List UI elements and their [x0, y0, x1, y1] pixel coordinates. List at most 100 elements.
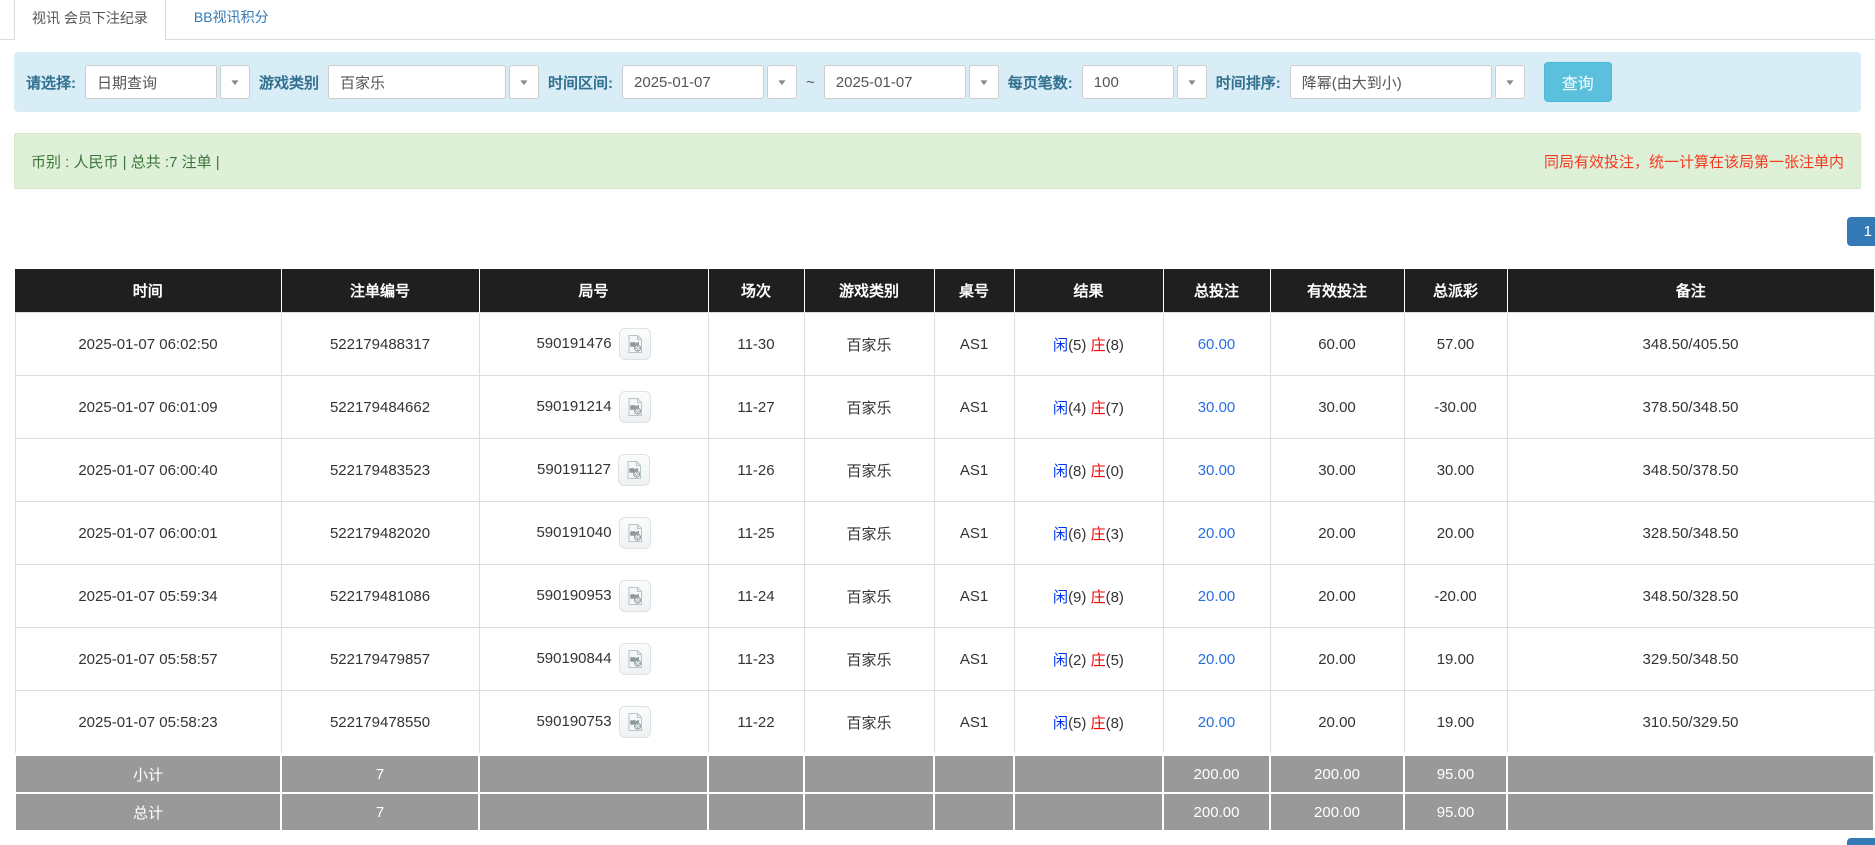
caret-down-icon[interactable]: ▼	[767, 65, 797, 99]
cell-time: 2025-01-07 06:02:50	[15, 313, 281, 376]
total-bet-link[interactable]: 20.00	[1198, 714, 1236, 731]
cell-note: 329.50/348.50	[1507, 628, 1874, 691]
cell-table-number: AS1	[934, 691, 1014, 755]
game-type-select[interactable]: 百家乐 ▼	[328, 65, 539, 99]
bet-row: 2025-01-07 06:00:01522179482020590191040…	[15, 502, 1874, 565]
round-video-button[interactable]	[619, 391, 651, 423]
cell-note: 328.50/348.50	[1507, 502, 1874, 565]
footer-empty	[1507, 755, 1874, 794]
total-bet-link[interactable]: 60.00	[1198, 336, 1236, 353]
cell-game-type: 百家乐	[804, 565, 934, 628]
date-to-select[interactable]: 2025-01-07 ▼	[824, 65, 999, 99]
cell-session: 11-25	[708, 502, 804, 565]
caret-down-icon[interactable]: ▼	[220, 65, 250, 99]
caret-down-icon[interactable]: ▼	[509, 65, 539, 99]
caret-down-icon[interactable]: ▼	[969, 65, 999, 99]
cell-total-bet: 30.00	[1163, 376, 1270, 439]
cell-table-number: AS1	[934, 502, 1014, 565]
footer-total-bet: 200.00	[1163, 755, 1270, 794]
result-player: 闲	[1053, 400, 1068, 417]
total-bet-link[interactable]: 20.00	[1198, 525, 1236, 542]
cell-round-number: 590191127	[479, 439, 708, 502]
filter-bar: 请选择: 日期查询 ▼ 游戏类别 百家乐 ▼ 时间区间: 2025-01-07 …	[14, 52, 1861, 112]
column-header: 场次	[708, 269, 804, 313]
cell-valid-bet: 30.00	[1270, 376, 1404, 439]
cell-payout: -30.00	[1404, 376, 1507, 439]
round-number: 590190844	[536, 650, 611, 667]
result-banker-points: (8)	[1106, 715, 1124, 732]
date-type-select[interactable]: 日期查询 ▼	[85, 65, 250, 99]
cell-round-number: 590191476	[479, 313, 708, 376]
round-video-button[interactable]	[619, 580, 651, 612]
sort-order-select[interactable]: 降幂(由大到小) ▼	[1290, 65, 1525, 99]
footer-empty	[1014, 793, 1163, 831]
cell-game-type: 百家乐	[804, 376, 934, 439]
cell-payout: 20.00	[1404, 502, 1507, 565]
per-page-label: 每页笔数:	[1008, 72, 1073, 93]
total-bet-link[interactable]: 30.00	[1198, 462, 1236, 479]
round-video-button[interactable]	[619, 706, 651, 738]
cell-bet-number: 522179484662	[281, 376, 479, 439]
cell-time: 2025-01-07 06:00:40	[15, 439, 281, 502]
result-banker: 庄	[1091, 400, 1106, 417]
round-video-button[interactable]	[619, 643, 651, 675]
column-header: 游戏类别	[804, 269, 934, 313]
date-from-select[interactable]: 2025-01-07 ▼	[622, 65, 797, 99]
footer-valid-bet: 200.00	[1270, 793, 1404, 831]
total-bet-link[interactable]: 30.00	[1198, 399, 1236, 416]
cell-result: 闲(4) 庄(7)	[1014, 376, 1163, 439]
subtotal-row: 小计7200.00200.0095.00	[15, 755, 1874, 794]
page-size-select[interactable]: 100 ▼	[1082, 65, 1207, 99]
footer-payout: 95.00	[1404, 793, 1507, 831]
cell-time: 2025-01-07 06:00:01	[15, 502, 281, 565]
cell-note: 348.50/328.50	[1507, 565, 1874, 628]
round-number: 590191040	[536, 524, 611, 541]
tab-bb-video-points[interactable]: BB视讯积分	[166, 0, 297, 39]
cell-table-number: AS1	[934, 628, 1014, 691]
footer-empty	[708, 755, 804, 794]
result-player: 闲	[1053, 715, 1068, 732]
footer-label: 总计	[15, 793, 281, 831]
game-type-label: 游戏类别	[259, 72, 319, 93]
cell-round-number: 590190753	[479, 691, 708, 755]
footer-empty	[804, 793, 934, 831]
footer-count: 7	[281, 793, 479, 831]
footer-label: 小计	[15, 755, 281, 794]
same-round-note: 同局有效投注，统一计算在该局第一张注单内	[1544, 151, 1844, 172]
round-video-button[interactable]	[618, 454, 650, 486]
cell-game-type: 百家乐	[804, 439, 934, 502]
result-banker: 庄	[1091, 715, 1106, 732]
cell-result: 闲(5) 庄(8)	[1014, 691, 1163, 755]
caret-down-icon[interactable]: ▼	[1177, 65, 1207, 99]
round-video-button[interactable]	[619, 328, 651, 360]
cell-total-bet: 20.00	[1163, 628, 1270, 691]
footer-total-bet: 200.00	[1163, 793, 1270, 831]
round-video-button[interactable]	[619, 517, 651, 549]
range-separator: ~	[806, 74, 815, 91]
cell-game-type: 百家乐	[804, 628, 934, 691]
selected-value: 百家乐	[328, 65, 506, 99]
summary-bar: 币别 : 人民币 | 总共 :7 注单 | 同局有效投注，统一计算在该局第一张注…	[14, 133, 1861, 189]
time-range-label: 时间区间:	[548, 72, 613, 93]
video-record-icon	[625, 523, 645, 543]
cell-note: 348.50/405.50	[1507, 313, 1874, 376]
total-bet-link[interactable]: 20.00	[1198, 588, 1236, 605]
cell-bet-number: 522179488317	[281, 313, 479, 376]
query-button[interactable]: 查询	[1544, 62, 1612, 102]
cell-payout: 19.00	[1404, 691, 1507, 755]
tab-bar: 视讯 会员下注纪录 BB视讯积分	[0, 0, 1875, 40]
total-bet-link[interactable]: 20.00	[1198, 651, 1236, 668]
cell-round-number: 590190844	[479, 628, 708, 691]
result-player: 闲	[1053, 526, 1068, 543]
page-1-button[interactable]: 1	[1847, 217, 1875, 246]
column-header: 有效投注	[1270, 269, 1404, 313]
column-header: 注单编号	[281, 269, 479, 313]
page-1-button[interactable]: 1	[1847, 838, 1875, 845]
footer-payout: 95.00	[1404, 755, 1507, 794]
result-banker-points: (0)	[1106, 463, 1124, 480]
cell-valid-bet: 30.00	[1270, 439, 1404, 502]
result-player-points: (5)	[1068, 715, 1086, 732]
result-banker: 庄	[1091, 526, 1106, 543]
tab-video-bet-records[interactable]: 视讯 会员下注纪录	[14, 0, 166, 40]
caret-down-icon[interactable]: ▼	[1495, 65, 1525, 99]
